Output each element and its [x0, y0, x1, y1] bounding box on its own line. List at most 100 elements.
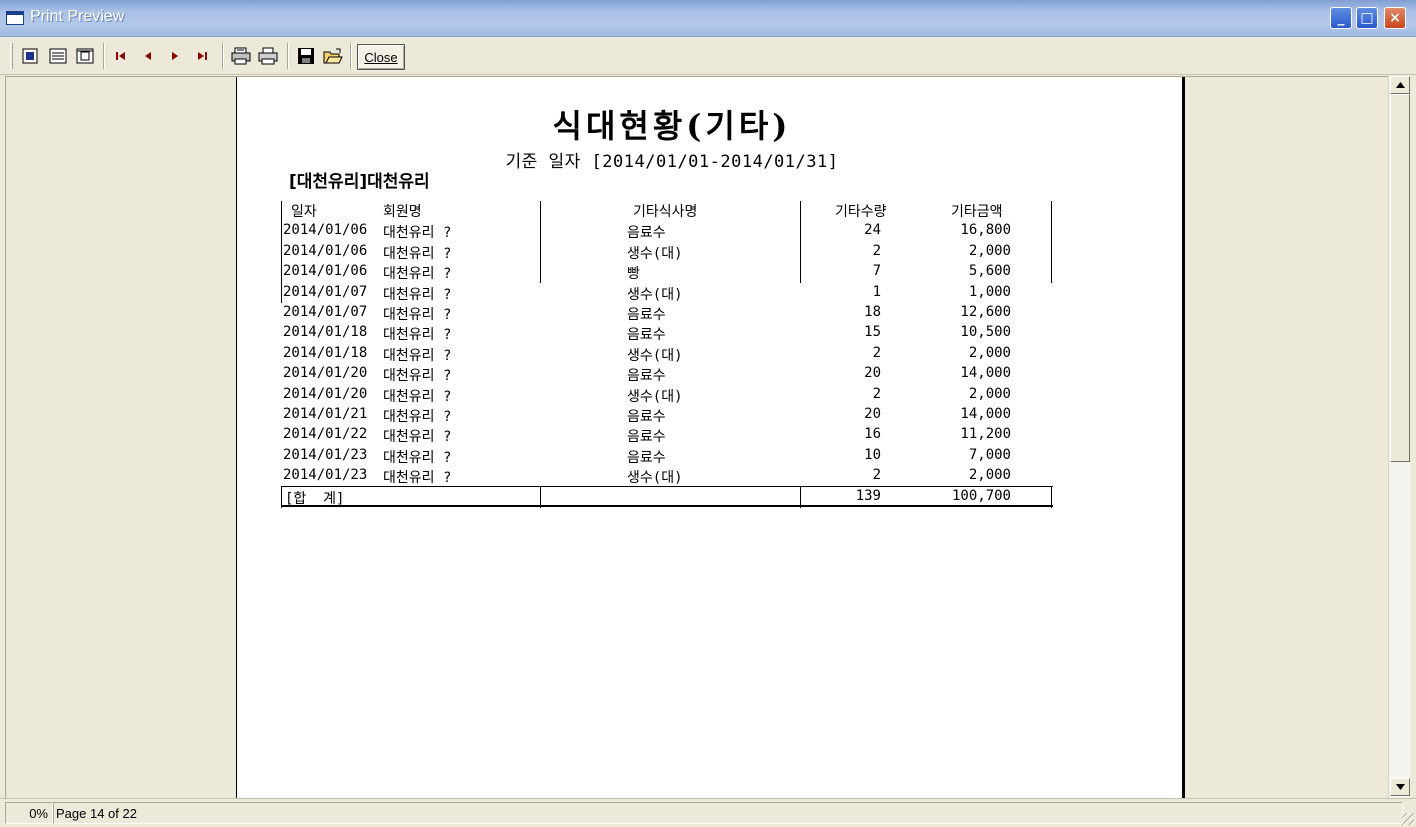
row-date: 2014/01/23: [283, 446, 368, 463]
row-qty: 7: [872, 263, 881, 280]
close-button[interactable]: Close: [357, 44, 405, 70]
scroll-down-button[interactable]: [1390, 778, 1410, 796]
row-qty: 2: [872, 242, 881, 259]
table-row: 2014/01/06 대천유리 ? 빵 7 5,600: [281, 262, 1053, 283]
total-amount: 100,700: [951, 488, 1011, 505]
row-item: 생수(대): [627, 286, 683, 303]
title-bar[interactable]: Print Preview _ □ ×: [0, 0, 1416, 37]
page-view-icon[interactable]: [19, 45, 41, 67]
row-name: 대천유리 ?: [383, 245, 452, 262]
row-item: 생수(대): [627, 470, 683, 487]
toolbar-grip[interactable]: [10, 43, 13, 69]
row-name: 대천유리 ?: [383, 408, 452, 425]
toolbar-separator: [103, 43, 105, 69]
report-title: 식대현황(기타): [552, 107, 792, 145]
row-name: 대천유리 ?: [383, 368, 452, 385]
row-qty: 1: [872, 283, 881, 300]
table-row: 2014/01/18 대천유리 ? 음료수 15 10,500: [281, 323, 1053, 343]
table-header: 일자 회원명 기타식사명 기타수량 기타금액: [281, 201, 1053, 222]
row-qty: 20: [864, 365, 881, 382]
table-row: 2014/01/22 대천유리 ? 음료수 16 11,200: [281, 425, 1053, 445]
list-view-icon[interactable]: [47, 45, 69, 67]
preview-area[interactable]: 식대현황(기타) 기준 일자 [2014/01/01-2014/01/31] […: [5, 76, 1388, 798]
row-qty: 18: [864, 303, 881, 320]
report-page: 식대현황(기타) 기준 일자 [2014/01/01-2014/01/31] […: [236, 77, 1185, 798]
row-amount: 2,000: [968, 242, 1011, 259]
row-name: 대천유리 ?: [383, 225, 452, 242]
print-icon[interactable]: [257, 45, 279, 67]
row-name: 대천유리 ?: [383, 429, 452, 446]
window-icon: [6, 11, 24, 25]
row-qty: 24: [864, 222, 881, 239]
scroll-thumb[interactable]: [1390, 94, 1410, 462]
row-name: 대천유리 ?: [383, 347, 452, 364]
row-date: 2014/01/22: [283, 426, 368, 443]
row-name: 대천유리 ?: [383, 327, 452, 344]
row-date: 2014/01/21: [283, 405, 368, 422]
row-item: 생수(대): [627, 388, 683, 405]
row-item: 음료수: [627, 429, 666, 446]
row-date: 2014/01/20: [283, 365, 368, 382]
row-amount: 7,000: [968, 446, 1011, 463]
row-qty: 2: [872, 344, 881, 361]
vertical-scrollbar[interactable]: [1388, 76, 1410, 798]
row-item: 생수(대): [627, 347, 683, 364]
row-item: 생수(대): [627, 245, 683, 262]
table-row: 2014/01/06 대천유리 ? 생수(대) 2 2,000: [281, 241, 1053, 263]
row-amount: 12,600: [960, 303, 1011, 320]
scroll-up-button[interactable]: [1390, 76, 1410, 94]
close-window-button[interactable]: ×: [1384, 7, 1406, 29]
table-row: 2014/01/20 대천유리 ? 생수(대) 2 2,000: [281, 385, 1053, 405]
page-status: Page 14 of 22: [53, 802, 1403, 824]
table-total-row: [합 계] 139 100,700: [281, 486, 1053, 508]
table-row: 2014/01/06 대천유리 ? 음료수 24 16,800: [281, 221, 1053, 242]
open-icon[interactable]: [322, 45, 344, 67]
prev-page-icon[interactable]: [137, 45, 159, 67]
table-row: 2014/01/23 대천유리 ? 생수(대) 2 2,000: [281, 466, 1053, 486]
row-date: 2014/01/23: [283, 467, 368, 484]
report-table: 일자 회원명 기타식사명 기타수량 기타금액 2014/01/06 대천유리 ?…: [281, 201, 1053, 508]
row-date: 2014/01/07: [283, 303, 368, 320]
row-item: 음료수: [627, 368, 666, 385]
column-header-item: 기타식사명: [633, 204, 698, 220]
total-label: [합 계]: [285, 491, 345, 508]
report-member: [대천유리]대천유리: [289, 172, 430, 192]
row-qty: 15: [864, 324, 881, 341]
row-amount: 11,200: [960, 426, 1011, 443]
print-setup-icon[interactable]: [230, 45, 252, 67]
table-row: 2014/01/21 대천유리 ? 음료수 20 14,000: [281, 405, 1053, 425]
last-page-icon[interactable]: [191, 45, 213, 67]
row-item: 음료수: [627, 225, 666, 242]
row-item: 빵: [627, 266, 640, 283]
row-amount: 14,000: [960, 365, 1011, 382]
save-icon[interactable]: [295, 45, 317, 67]
column-header-date: 일자: [291, 204, 317, 220]
minimize-button[interactable]: _: [1330, 7, 1352, 29]
row-date: 2014/01/18: [283, 324, 368, 341]
table-row: 2014/01/20 대천유리 ? 음료수 20 14,000: [281, 364, 1053, 384]
next-page-icon[interactable]: [164, 45, 186, 67]
row-item: 음료수: [627, 449, 666, 466]
toolbar: [0, 37, 1416, 75]
window-title: Print Preview: [30, 8, 125, 25]
row-date: 2014/01/18: [283, 344, 368, 361]
close-button-label: Close: [364, 49, 398, 65]
row-name: 대천유리 ?: [383, 449, 452, 466]
first-page-icon[interactable]: [110, 45, 132, 67]
row-item: 음료수: [627, 327, 666, 344]
row-amount: 2,000: [968, 385, 1011, 402]
toolbar-separator: [350, 43, 352, 69]
row-item: 음료수: [627, 408, 666, 425]
maximize-button[interactable]: □: [1356, 7, 1378, 29]
row-amount: 10,500: [960, 324, 1011, 341]
table-row: 2014/01/07 대천유리 ? 생수(대) 1 1,000: [281, 282, 1053, 303]
row-amount: 2,000: [968, 344, 1011, 361]
resize-grip[interactable]: [1402, 813, 1414, 825]
fit-view-icon[interactable]: [74, 45, 96, 67]
row-amount: 5,600: [968, 263, 1011, 280]
row-name: 대천유리 ?: [383, 306, 452, 323]
row-qty: 2: [872, 467, 881, 484]
row-date: 2014/01/06: [283, 242, 368, 259]
row-qty: 16: [864, 426, 881, 443]
row-date: 2014/01/20: [283, 385, 368, 402]
